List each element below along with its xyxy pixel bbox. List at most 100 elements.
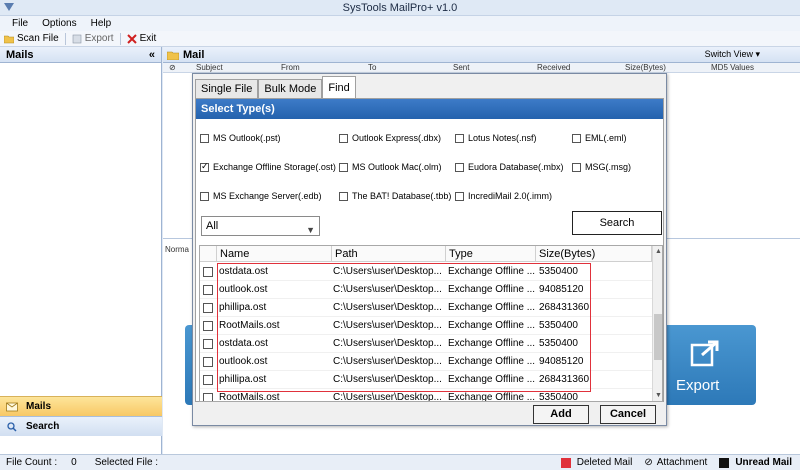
table-row[interactable]: ostdata.ost C:\Users\user\Desktop... Exc… <box>200 335 652 353</box>
tab-bulk-mode[interactable]: Bulk Mode <box>258 79 323 99</box>
col-to[interactable]: To <box>368 63 376 73</box>
grid-col-type[interactable]: Type <box>446 246 536 262</box>
table-row[interactable]: outlook.ost C:\Users\user\Desktop... Exc… <box>200 353 652 371</box>
col-received[interactable]: Received <box>537 63 570 73</box>
row-checkbox[interactable] <box>203 375 213 385</box>
tab-single-file[interactable]: Single File <box>195 79 259 99</box>
row-path: C:\Users\user\Desktop... <box>333 302 442 313</box>
col-sent[interactable]: Sent <box>453 63 469 73</box>
row-path: C:\Users\user\Desktop... <box>333 284 442 295</box>
nav-search-button[interactable]: Search <box>0 416 162 436</box>
menu-file[interactable]: File <box>12 16 28 31</box>
type-tbb-label: The BAT! Database(.tbb) <box>352 191 452 201</box>
row-name: ostdata.ost <box>219 338 268 349</box>
select-types-header: Select Type(s) <box>196 99 663 119</box>
type-edb-label: MS Exchange Server(.edb) <box>213 191 322 201</box>
type-nsf-checkbox[interactable] <box>455 133 464 143</box>
row-size: 5350400 <box>539 266 578 277</box>
grid-scrollbar[interactable]: ▲ ▼ <box>652 246 662 401</box>
row-checkbox[interactable] <box>203 267 213 277</box>
drive-select-value: All <box>206 220 219 232</box>
scroll-thumb[interactable] <box>654 314 662 360</box>
type-pst-checkbox[interactable] <box>200 133 209 143</box>
mails-pane-header: Mails « <box>0 47 161 63</box>
type-nsf-option[interactable]: Lotus Notes(.nsf) <box>455 133 537 143</box>
grid-col-size[interactable]: Size(Bytes) <box>536 246 652 262</box>
nav-mails-button[interactable]: Mails <box>0 396 162 416</box>
drive-select[interactable]: All ▼ <box>201 216 320 236</box>
table-row[interactable]: phillipa.ost C:\Users\user\Desktop... Ex… <box>200 371 652 389</box>
type-mbx-checkbox[interactable] <box>455 162 464 172</box>
tab-find[interactable]: Find <box>322 76 356 99</box>
type-eml-checkbox[interactable] <box>572 133 581 143</box>
type-imm-checkbox[interactable] <box>455 191 464 201</box>
scroll-down-icon[interactable]: ▼ <box>653 390 662 401</box>
type-pst-option[interactable]: MS Outlook(.pst) <box>200 133 281 143</box>
row-checkbox[interactable] <box>203 357 213 367</box>
toolbar-separator <box>64 32 66 45</box>
cancel-button[interactable]: Cancel <box>600 405 656 424</box>
unread-mail-legend: Unread Mail <box>735 457 792 468</box>
collapse-pane-button[interactable]: « <box>149 47 155 63</box>
row-checkbox[interactable] <box>203 321 213 331</box>
add-button[interactable]: Add <box>533 405 589 424</box>
type-edb-checkbox[interactable] <box>200 191 209 201</box>
type-ost-option[interactable]: Exchange Offline Storage(.ost) <box>200 161 336 172</box>
type-dbx-checkbox[interactable] <box>339 133 348 143</box>
table-row[interactable]: phillipa.ost C:\Users\user\Desktop... Ex… <box>200 299 652 317</box>
table-row[interactable]: RootMails.ost C:\Users\user\Desktop... E… <box>200 389 652 401</box>
scan-file-button[interactable]: Scan File <box>4 33 59 44</box>
grid-col-path[interactable]: Path <box>332 246 446 262</box>
export-icon <box>72 34 81 43</box>
attachment-col-icon: ⊘ <box>169 63 176 72</box>
table-row[interactable]: outlook.ost C:\Users\user\Desktop... Exc… <box>200 281 652 299</box>
folder-icon <box>4 35 14 43</box>
type-tbb-option[interactable]: The BAT! Database(.tbb) <box>339 191 451 201</box>
grid-col-name[interactable]: Name <box>217 246 332 262</box>
col-size[interactable]: Size(Bytes) <box>625 63 666 73</box>
menu-options[interactable]: Options <box>42 16 76 31</box>
attachment-legend: Attachment <box>656 457 708 468</box>
type-imm-option[interactable]: IncrediMail 2.0(.imm) <box>455 191 552 201</box>
type-ost-label: Exchange Offline Storage(.ost) <box>213 162 336 172</box>
row-size: 94085120 <box>539 356 584 367</box>
col-md5[interactable]: MD5 Values <box>711 63 754 73</box>
type-ost-checkbox[interactable] <box>200 161 209 172</box>
type-tbb-checkbox[interactable] <box>339 191 348 201</box>
type-msg-option[interactable]: MSG(.msg) <box>572 162 631 172</box>
table-row[interactable]: ostdata.ost C:\Users\user\Desktop... Exc… <box>200 263 652 281</box>
type-imm-label: IncrediMail 2.0(.imm) <box>468 191 553 201</box>
row-checkbox[interactable] <box>203 339 213 349</box>
col-from[interactable]: From <box>281 63 300 73</box>
type-msg-checkbox[interactable] <box>572 162 581 172</box>
grid-header: Name Path Type Size(Bytes) <box>200 246 652 262</box>
type-nsf-label: Lotus Notes(.nsf) <box>468 133 537 143</box>
type-eml-option[interactable]: EML(.eml) <box>572 133 627 143</box>
search-button[interactable]: Search <box>572 211 662 235</box>
row-checkbox[interactable] <box>203 393 213 401</box>
export-button[interactable]: Export <box>72 33 114 44</box>
type-olm-checkbox[interactable] <box>339 162 348 172</box>
type-olm-option[interactable]: MS Outlook Mac(.olm) <box>339 162 442 172</box>
scroll-up-icon[interactable]: ▲ <box>653 246 662 257</box>
table-row[interactable]: RootMails.ost C:\Users\user\Desktop... E… <box>200 317 652 335</box>
type-edb-option[interactable]: MS Exchange Server(.edb) <box>200 191 322 201</box>
row-checkbox[interactable] <box>203 285 213 295</box>
exit-button[interactable]: Exit <box>126 33 156 44</box>
type-dbx-option[interactable]: Outlook Express(.dbx) <box>339 133 441 143</box>
nav-mails-label: Mails <box>26 401 52 412</box>
row-path: C:\Users\user\Desktop... <box>333 338 442 349</box>
row-type: Exchange Offline ... <box>448 284 536 295</box>
row-name: phillipa.ost <box>219 374 267 385</box>
app-title: SysTools MailPro+ v1.0 <box>342 2 458 14</box>
row-checkbox[interactable] <box>203 303 213 313</box>
export-large-button[interactable]: Export <box>658 325 756 405</box>
switch-view-button[interactable]: Switch View ▾ <box>705 49 760 60</box>
col-subject[interactable]: Subject <box>196 63 223 73</box>
normal-view-tab[interactable]: Norma <box>165 245 189 254</box>
menu-help[interactable]: Help <box>91 16 112 31</box>
mail-column-header: ⊘ Subject From To Sent Received Size(Byt… <box>163 63 800 73</box>
close-icon <box>126 33 137 44</box>
title-bar: SysTools MailPro+ v1.0 <box>0 0 800 16</box>
type-mbx-option[interactable]: Eudora Database(.mbx) <box>455 162 564 172</box>
